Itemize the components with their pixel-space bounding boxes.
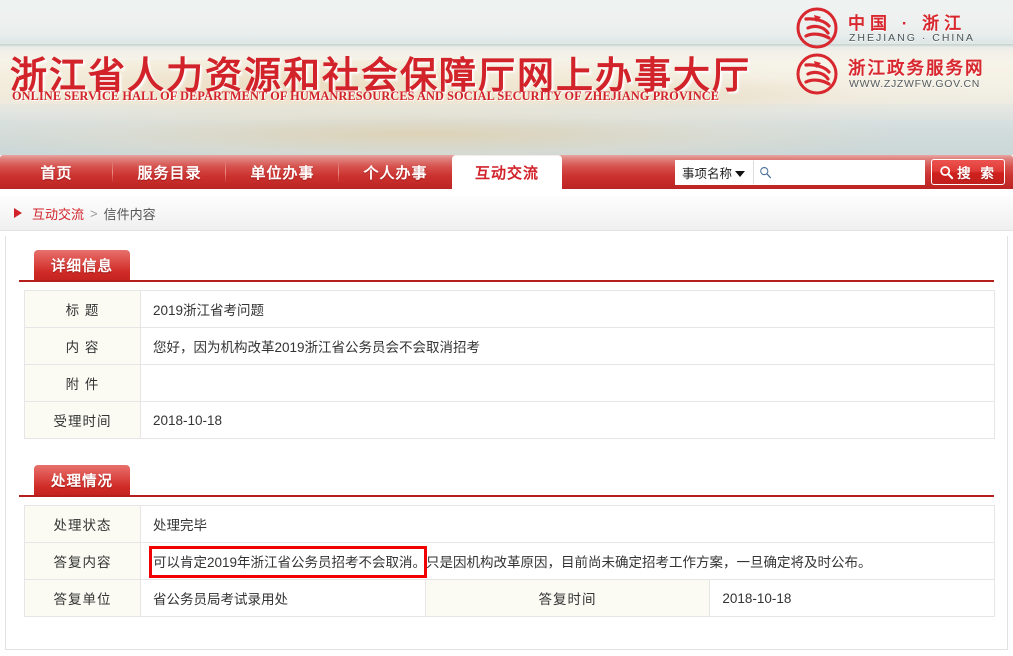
section-header-details: 详细信息 xyxy=(19,250,994,282)
table-row: 受理时间 2018-10-18 xyxy=(24,401,995,439)
section-header-processing: 处理情况 xyxy=(19,465,994,497)
nav-item-label: 服务目录 xyxy=(137,164,202,182)
search-button-icon xyxy=(940,165,954,179)
table-row: 答复单位 省公务员局考试录用处 答复时间 2018-10-18 xyxy=(24,579,995,617)
row-value-content: 您好，因为机构改革2019浙江省公务员会不会取消招考 xyxy=(140,327,995,365)
row-value-accept-time: 2018-10-18 xyxy=(140,401,995,439)
chevron-down-icon xyxy=(735,170,745,177)
nav-item-list: 首页 服务目录 单位办事 个人办事 互动交流 xyxy=(0,155,562,189)
logo-bottom-en: WWW.ZJZWFW.GOV.CN xyxy=(849,78,981,90)
nav-item-label: 单位办事 xyxy=(250,164,315,182)
table-row: 标 题 2019浙江省考问题 xyxy=(24,290,995,328)
table-row: 处理状态 处理完毕 xyxy=(24,505,995,543)
reply-content-text: 可以肯定2019年浙江省公务员招考不会取消。只是因机构改革原因，目前尚未确定招考… xyxy=(153,555,872,570)
search-area: 事项名称 搜 索 xyxy=(675,159,1005,185)
search-scope-select[interactable]: 事项名称 xyxy=(675,159,753,185)
row-value-reply-content: 可以肯定2019年浙江省公务员招考不会取消。只是因机构改革原因，目前尚未确定招考… xyxy=(140,542,995,580)
table-row: 答复内容 可以肯定2019年浙江省公务员招考不会取消。只是因机构改革原因，目前尚… xyxy=(24,542,995,580)
row-value-status: 处理完毕 xyxy=(140,505,995,543)
row-label-reply-content: 答复内容 xyxy=(24,542,141,580)
content-panel: 详细信息 标 题 2019浙江省考问题 内 容 您好，因为机构改革2019浙江省… xyxy=(5,236,1008,650)
search-button[interactable]: 搜 索 xyxy=(931,159,1005,185)
details-table: 标 题 2019浙江省考问题 内 容 您好，因为机构改革2019浙江省公务员会不… xyxy=(24,290,995,439)
search-icon xyxy=(760,166,772,178)
logo-bottom-cn: 浙江政务服务网 xyxy=(848,58,985,78)
row-label-status: 处理状态 xyxy=(24,505,141,543)
site-banner: 浙江省人力资源和社会保障厅网上办事大厅 ONLINE SERVICE HALL … xyxy=(0,0,1013,155)
row-value-reply-time: 2018-10-18 xyxy=(709,579,995,617)
nav-item-home[interactable]: 首页 xyxy=(0,155,113,189)
table-row: 内 容 您好，因为机构改革2019浙江省公务员会不会取消招考 xyxy=(24,327,995,365)
banner-sand-lower xyxy=(0,104,1013,155)
row-value-title: 2019浙江省考问题 xyxy=(140,290,995,328)
row-value-attachment xyxy=(140,364,995,402)
nav-item-service-catalog[interactable]: 服务目录 xyxy=(112,155,226,189)
nav-item-personal-affairs[interactable]: 个人办事 xyxy=(338,155,452,189)
logo-top-en: ZHEJIANG · CHINA xyxy=(849,32,975,44)
nav-item-interaction[interactable]: 互动交流 xyxy=(452,156,562,189)
triangle-right-icon xyxy=(14,208,22,218)
search-button-label: 搜 索 xyxy=(957,166,997,181)
table-row: 附 件 xyxy=(24,364,995,402)
zhejiang-emblem-icon xyxy=(796,7,838,49)
row-label-title: 标 题 xyxy=(24,290,141,328)
section-tab-details: 详细信息 xyxy=(34,250,130,280)
row-label-reply-time: 答复时间 xyxy=(424,579,711,617)
row-label-attachment: 附 件 xyxy=(24,364,141,402)
processing-table: 处理状态 处理完毕 答复内容 可以肯定2019年浙江省公务员招考不会取消。只是因… xyxy=(24,505,995,617)
main-navigation: 首页 服务目录 单位办事 个人办事 互动交流 事项名称 搜 索 xyxy=(0,155,1013,189)
nav-item-label: 个人办事 xyxy=(363,164,428,182)
search-scope-value: 事项名称 xyxy=(682,166,733,181)
page-root: 浙江省人力资源和社会保障厅网上办事大厅 ONLINE SERVICE HALL … xyxy=(0,0,1013,656)
row-value-reply-unit: 省公务员局考试录用处 xyxy=(140,579,426,617)
nav-item-org-affairs[interactable]: 单位办事 xyxy=(225,155,339,189)
logo-top-cn: 中国 · 浙江 xyxy=(848,14,967,33)
breadcrumb-separator: > xyxy=(90,205,98,221)
row-label-content: 内 容 xyxy=(24,327,141,365)
section-tab-processing: 处理情况 xyxy=(34,465,130,495)
row-label-reply-unit: 答复单位 xyxy=(24,579,141,617)
zjzwfw-emblem-icon xyxy=(796,53,838,95)
row-label-accept-time: 受理时间 xyxy=(24,401,141,439)
breadcrumb: 互动交流 > 信件内容 xyxy=(0,196,1013,231)
nav-item-label: 首页 xyxy=(40,164,73,182)
breadcrumb-current: 信件内容 xyxy=(103,206,156,222)
search-input-wrap xyxy=(753,159,925,185)
nav-item-label: 互动交流 xyxy=(474,165,539,182)
search-input[interactable] xyxy=(754,160,924,184)
breadcrumb-link-interaction[interactable]: 互动交流 xyxy=(32,204,84,223)
site-subtitle: ONLINE SERVICE HALL OF DEPARTMENT OF HUM… xyxy=(12,89,720,103)
